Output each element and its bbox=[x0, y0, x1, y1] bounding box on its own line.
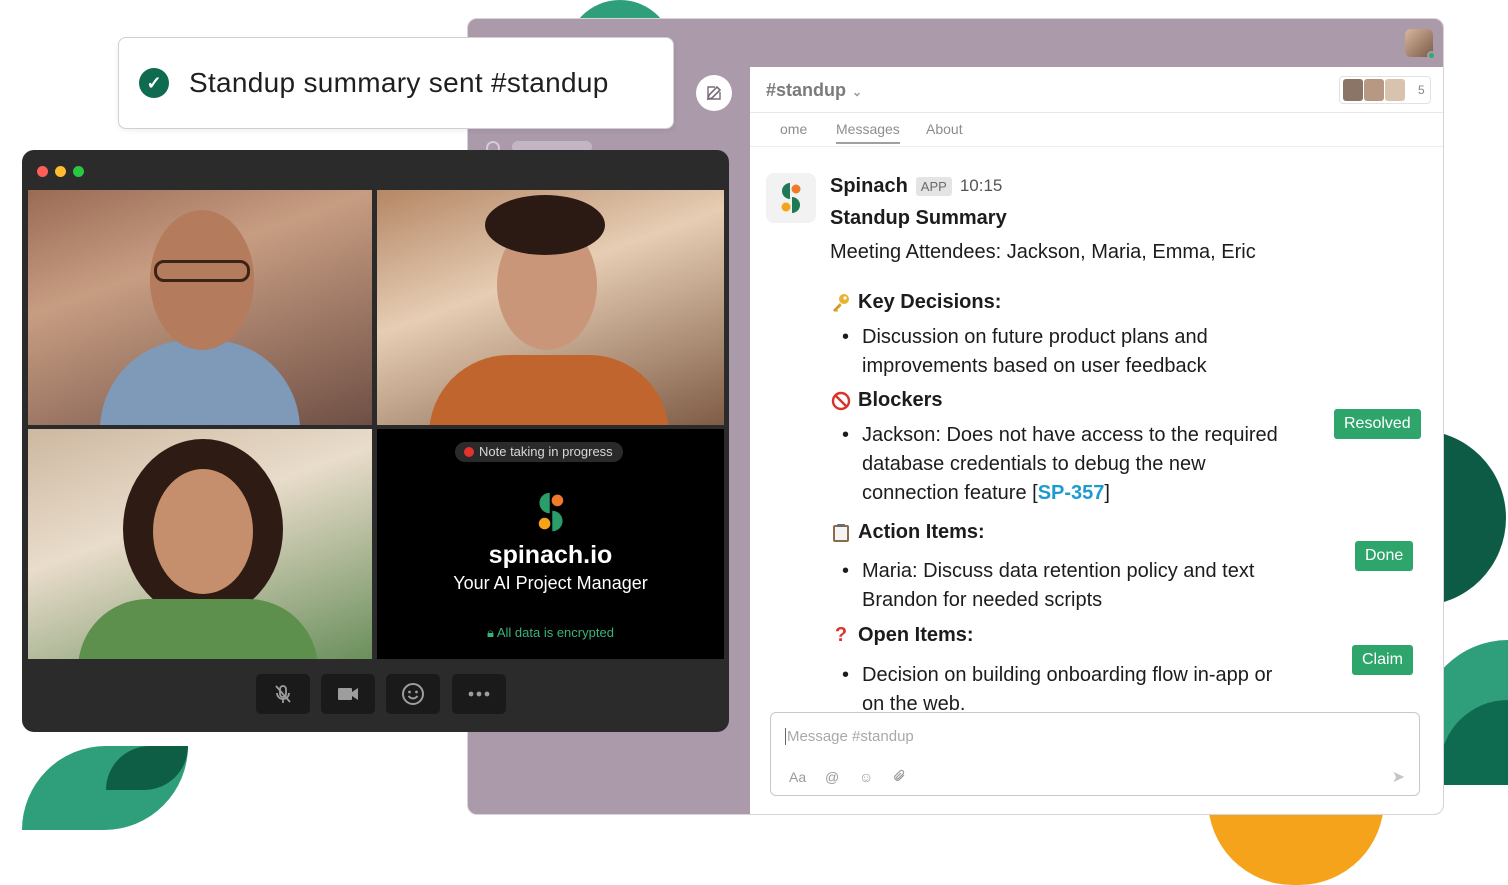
mention-icon[interactable]: @ bbox=[825, 769, 839, 785]
online-status-dot bbox=[1427, 51, 1436, 60]
camera-button[interactable] bbox=[321, 674, 375, 714]
key-decision-text: Discussion on future product plans and i… bbox=[862, 326, 1208, 377]
member-list-button[interactable]: 5 bbox=[1339, 76, 1431, 104]
note-taking-status: Note taking in progress bbox=[455, 442, 623, 462]
no-entry-icon bbox=[830, 391, 852, 411]
channel-name-label: #standup bbox=[766, 80, 847, 100]
glasses-icon bbox=[154, 260, 250, 282]
chevron-down-icon: ⌄ bbox=[852, 85, 863, 99]
participant-hair bbox=[485, 195, 605, 255]
pencil-icon bbox=[706, 85, 722, 101]
mute-button[interactable] bbox=[256, 674, 310, 714]
emoji-icon[interactable]: ☺ bbox=[859, 769, 873, 785]
video-call-window: Note taking in progress spinach.io Your … bbox=[22, 150, 729, 732]
ticket-link[interactable]: SP-357 bbox=[1038, 482, 1105, 504]
mute-mic-icon bbox=[275, 685, 291, 703]
encryption-label: All data is encrypted bbox=[496, 625, 614, 640]
section-action-items: Action Items: bbox=[830, 521, 985, 544]
spinach-logo-icon bbox=[781, 183, 801, 213]
app-badge: APP bbox=[915, 176, 952, 196]
open-item-text: Decision on building onboarding flow in-… bbox=[862, 664, 1273, 715]
section-heading: Blockers bbox=[858, 389, 943, 411]
participant-tile[interactable] bbox=[28, 190, 372, 425]
section-open-items: ? Open Items: bbox=[830, 624, 974, 647]
more-icon bbox=[468, 691, 490, 697]
section-heading: Key Decisions: bbox=[858, 291, 1002, 313]
clipboard-icon bbox=[830, 523, 852, 543]
channel-title[interactable]: #standup ⌄ bbox=[766, 80, 862, 101]
message-input[interactable]: Message #standup bbox=[785, 728, 914, 745]
tab-messages[interactable]: Messages bbox=[836, 121, 900, 144]
member-avatar bbox=[1364, 79, 1384, 101]
member-count: 5 bbox=[1418, 83, 1425, 97]
list-item: Decision on building onboarding flow in-… bbox=[842, 661, 1282, 719]
brand-name: spinach.io bbox=[488, 541, 613, 569]
message-header: Spinach APP 10:15 bbox=[830, 173, 1430, 199]
recording-dot-icon bbox=[464, 447, 474, 457]
send-icon[interactable]: ➤ bbox=[1392, 767, 1405, 787]
section-blockers: Blockers bbox=[830, 389, 943, 412]
attendees-line: Meeting Attendees: Jackson, Maria, Emma,… bbox=[830, 241, 1256, 263]
participant-tile[interactable] bbox=[28, 429, 372, 659]
participant-face bbox=[153, 469, 253, 594]
summary-title: Standup Summary bbox=[830, 207, 1007, 229]
list-item: Jackson: Does not have access to the req… bbox=[842, 421, 1302, 508]
compose-button[interactable] bbox=[696, 75, 732, 111]
spinach-bot-tile: Note taking in progress spinach.io Your … bbox=[377, 429, 724, 659]
participant-tile[interactable] bbox=[377, 190, 724, 425]
brand-tagline: Your AI Project Manager bbox=[453, 573, 648, 593]
sender-name[interactable]: Spinach bbox=[830, 175, 908, 198]
more-options-button[interactable] bbox=[452, 674, 506, 714]
minimize-window-button[interactable] bbox=[55, 166, 66, 177]
format-text-button[interactable]: Aa bbox=[789, 769, 806, 785]
action-item-text: Maria: Discuss data retention policy and… bbox=[862, 560, 1255, 611]
toast-notification: ✓ Standup summary sent #standup bbox=[118, 37, 674, 129]
message-timestamp[interactable]: 10:15 bbox=[960, 176, 1003, 196]
close-window-button[interactable] bbox=[37, 166, 48, 177]
note-taking-label: Note taking in progress bbox=[479, 444, 613, 459]
member-avatar bbox=[1343, 79, 1363, 101]
user-avatar[interactable] bbox=[1405, 29, 1436, 60]
channel-tabs: ome Messages About bbox=[750, 117, 1443, 147]
member-avatar bbox=[1385, 79, 1405, 101]
toast-text: Standup summary sent #standup bbox=[189, 67, 609, 98]
channel-header: #standup ⌄ 5 bbox=[750, 67, 1443, 113]
claim-button[interactable]: Claim bbox=[1352, 645, 1413, 675]
key-icon bbox=[830, 293, 852, 313]
section-heading: Action Items: bbox=[858, 521, 985, 543]
message-composer[interactable]: Message #standup Aa @ ☺ ➤ bbox=[770, 712, 1420, 796]
resolved-button[interactable]: Resolved bbox=[1334, 409, 1421, 439]
tab-about[interactable]: About bbox=[926, 121, 963, 137]
blocker-text: Jackson: Does not have access to the req… bbox=[842, 421, 1302, 508]
spinach-logo-icon bbox=[533, 489, 569, 540]
attachment-icon[interactable] bbox=[893, 769, 907, 786]
section-key-decisions: Key Decisions: bbox=[830, 291, 1001, 314]
tab-home[interactable]: ome bbox=[780, 121, 807, 137]
participant-shirt bbox=[78, 599, 318, 659]
lock-icon: 🔒︎ bbox=[487, 625, 497, 640]
camera-icon bbox=[338, 688, 358, 700]
encryption-note: 🔒︎ All data is encrypted bbox=[377, 625, 724, 641]
question-icon: ? bbox=[834, 624, 848, 646]
checkmark-icon: ✓ bbox=[139, 68, 169, 98]
spinach-app-avatar[interactable] bbox=[766, 173, 816, 223]
section-heading: Open Items: bbox=[858, 624, 974, 646]
list-item: Discussion on future product plans and i… bbox=[842, 323, 1302, 381]
reaction-button[interactable] bbox=[386, 674, 440, 714]
emoji-icon bbox=[402, 683, 424, 705]
participant-shirt bbox=[100, 340, 300, 425]
participant-shirt bbox=[429, 355, 669, 425]
message-body: Spinach APP 10:15 Standup Summary Meetin… bbox=[830, 173, 1430, 264]
done-button[interactable]: Done bbox=[1355, 541, 1414, 571]
blocker-bracket: ] bbox=[1104, 482, 1110, 504]
channel-panel: #standup ⌄ 5 ome Messages About Spinach … bbox=[750, 67, 1443, 814]
maximize-window-button[interactable] bbox=[73, 166, 84, 177]
list-item: Maria: Discuss data retention policy and… bbox=[842, 557, 1282, 615]
